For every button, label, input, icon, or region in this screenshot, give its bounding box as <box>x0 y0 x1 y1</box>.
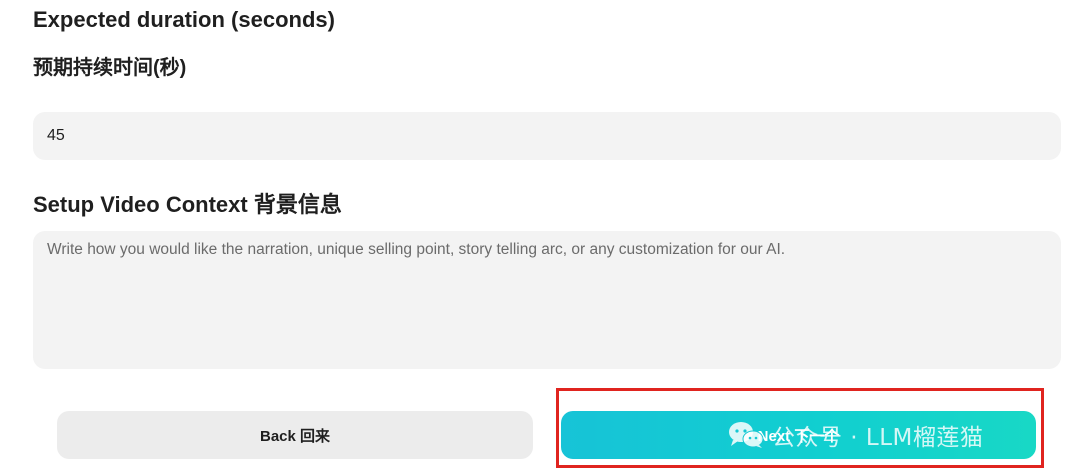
duration-label-zh: 预期持续时间(秒) <box>33 57 187 79</box>
back-button[interactable]: Back 回来 <box>57 411 533 459</box>
duration-label-en: Expected duration (seconds) <box>33 7 335 32</box>
next-button[interactable]: Next 下一个 <box>561 411 1036 459</box>
video-context-textarea[interactable] <box>33 231 1061 369</box>
duration-input[interactable] <box>33 112 1061 160</box>
video-context-title: Setup Video Context 背景信息 <box>33 192 342 217</box>
